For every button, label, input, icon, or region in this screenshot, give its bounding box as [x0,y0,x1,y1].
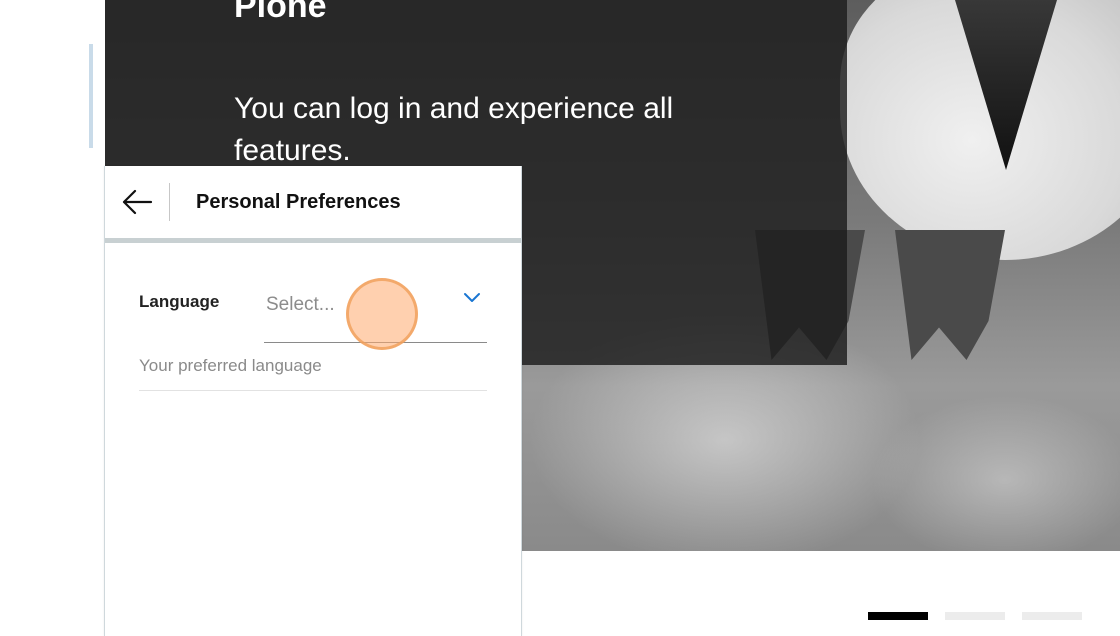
left-accent-bar [89,44,93,148]
back-button[interactable] [105,166,169,238]
hero-text: You can log in and experience all featur… [234,92,674,167]
carousel-dot-2[interactable] [945,612,1005,620]
language-label: Language [139,292,220,311]
arrow-left-icon [122,189,153,215]
panel-header: Personal Preferences [105,166,521,243]
language-field: Language Select... [139,276,487,344]
hero-title: Plone [234,0,327,25]
header-divider [169,183,170,221]
panel-title: Personal Preferences [196,190,401,213]
chevron-down-icon [464,293,480,302]
carousel-dot-3[interactable] [1022,612,1082,620]
penguin-foot-right [895,230,1005,360]
carousel-dot-1[interactable] [868,612,928,620]
personal-preferences-panel: Personal Preferences Language Select... … [104,166,522,636]
language-select-placeholder: Select... [266,294,335,315]
carousel-indicators [868,612,1082,620]
language-help-text: Your preferred language [139,356,487,391]
language-select[interactable]: Select... [264,276,487,343]
